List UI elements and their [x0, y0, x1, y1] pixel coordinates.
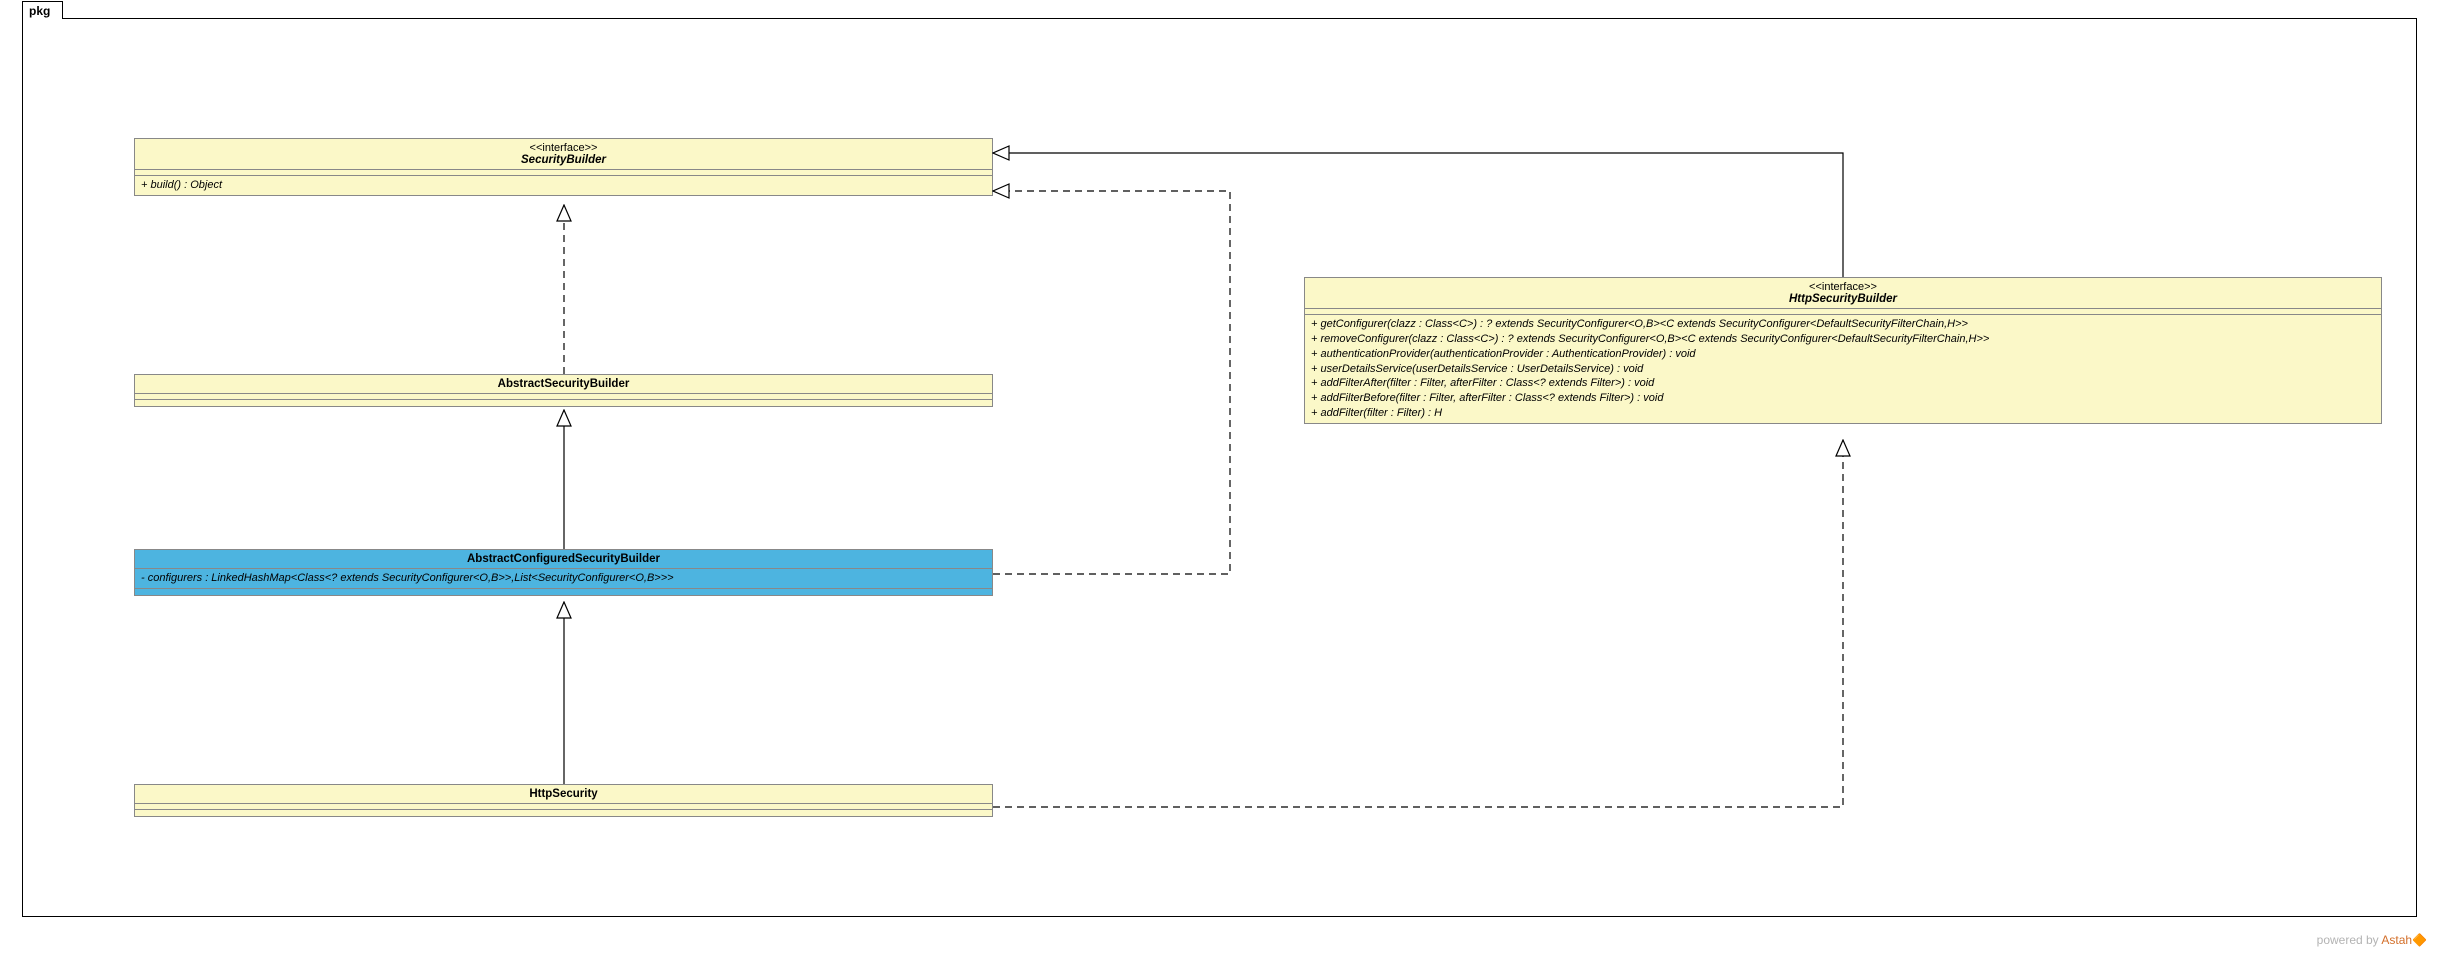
- class-security-builder: <<interface>> SecurityBuilder + build() …: [134, 138, 993, 196]
- operation: + authenticationProvider(authenticationP…: [1311, 347, 2375, 362]
- footer-attribution: powered by Astah🔶: [2317, 933, 2427, 947]
- operation: + addFilter(filter : Filter) : H: [1311, 406, 2375, 421]
- class-name: AbstractConfiguredSecurityBuilder: [467, 553, 660, 565]
- operation: + build() : Object: [141, 178, 986, 193]
- footer-icon: 🔶: [2412, 933, 2427, 947]
- attribute: - configurers : LinkedHashMap<Class<? ex…: [141, 571, 986, 586]
- class-title: <<interface>> SecurityBuilder: [135, 139, 992, 170]
- class-abstract-security-builder: AbstractSecurityBuilder: [134, 374, 993, 407]
- class-http-security: HttpSecurity: [134, 784, 993, 817]
- operation: + removeConfigurer(clazz : Class<C>) : ?…: [1311, 332, 2375, 347]
- attrs-compartment: - configurers : LinkedHashMap<Class<? ex…: [135, 569, 992, 589]
- footer-prefix: powered by: [2317, 933, 2382, 947]
- class-name: HttpSecurityBuilder: [1789, 293, 1897, 305]
- ops-compartment: + build() : Object: [135, 176, 992, 195]
- operation: + addFilterBefore(filter : Filter, after…: [1311, 391, 2375, 406]
- operation: + getConfigurer(clazz : Class<C>) : ? ex…: [1311, 317, 2375, 332]
- class-title: AbstractConfiguredSecurityBuilder: [135, 550, 992, 569]
- class-name: HttpSecurity: [529, 788, 597, 800]
- operation: + addFilterAfter(filter : Filter, afterF…: [1311, 376, 2375, 391]
- operation: + userDetailsService(userDetailsService …: [1311, 362, 2375, 377]
- class-name: SecurityBuilder: [521, 154, 606, 166]
- stereotype-label: <<interface>>: [1311, 281, 2375, 293]
- package-tab: pkg: [22, 1, 63, 19]
- class-title: AbstractSecurityBuilder: [135, 375, 992, 394]
- class-name: AbstractSecurityBuilder: [498, 378, 630, 390]
- class-abstract-configured-security-builder: AbstractConfiguredSecurityBuilder - conf…: [134, 549, 993, 596]
- ops-compartment: [135, 589, 992, 595]
- package-label: pkg: [29, 4, 50, 18]
- footer-brand: Astah: [2381, 933, 2412, 947]
- class-title: HttpSecurity: [135, 785, 992, 804]
- ops-compartment: [135, 400, 992, 406]
- ops-compartment: + getConfigurer(clazz : Class<C>) : ? ex…: [1305, 315, 2381, 423]
- class-http-security-builder: <<interface>> HttpSecurityBuilder + getC…: [1304, 277, 2382, 424]
- ops-compartment: [135, 810, 992, 816]
- class-title: <<interface>> HttpSecurityBuilder: [1305, 278, 2381, 309]
- stereotype-label: <<interface>>: [141, 142, 986, 154]
